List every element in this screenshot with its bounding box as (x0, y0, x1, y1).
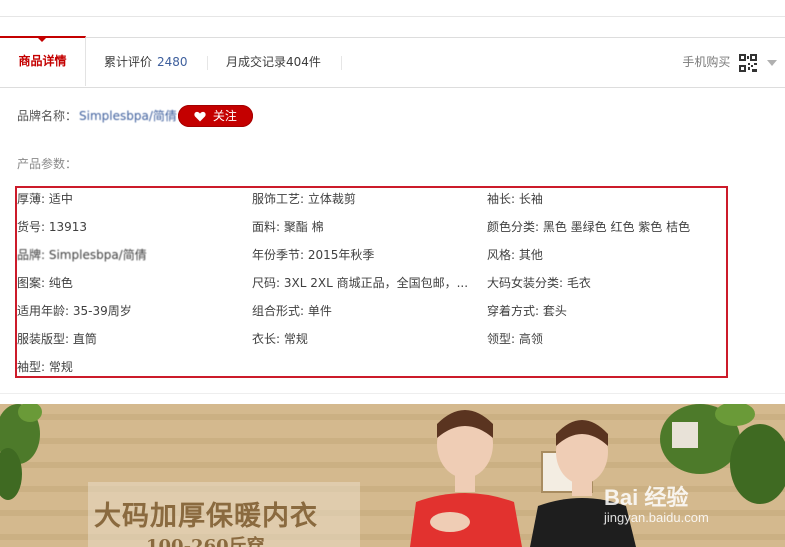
chevron-down-icon (767, 59, 777, 66)
param-item: 组合形式: 单件 (252, 304, 332, 318)
param-item: 面料: 聚酯 棉 (252, 220, 324, 234)
product-params-title: 产品参数： (17, 157, 78, 171)
brand-label: 品牌名称： (17, 109, 78, 123)
tab-reviews[interactable]: 累计评价 2480 (104, 38, 188, 87)
param-item: 服装版型: 直筒 (17, 332, 97, 346)
param-item: 风格: 其他 (487, 248, 543, 262)
tab-reviews-label: 累计评价 (104, 55, 153, 69)
baidu-watermark: Bai 经验 (604, 485, 689, 510)
param-item: 货号: 13913 (17, 220, 88, 234)
follow-label: 关注 (212, 109, 237, 123)
tab-product-detail[interactable]: 商品详情 (0, 36, 86, 86)
banner-subline: 100-260斤穿 (146, 536, 265, 547)
mobile-buy[interactable]: 手机购买 (682, 38, 777, 87)
param-item: 图案: 纯色 (17, 276, 73, 290)
param-item: 衣长: 常规 (252, 332, 308, 346)
param-item: 厚薄: 适中 (17, 192, 73, 206)
tab-sales-count: 404件 (286, 55, 321, 69)
baidu-watermark-url: jingyan.baidu.com (604, 510, 709, 525)
tab-sales-record[interactable]: 月成交记录404件 (226, 38, 321, 87)
param-item: 尺码: 3XL 2XL 商城正品，全国包邮，... (252, 276, 469, 290)
tab-separator (207, 38, 208, 87)
param-item: 年份季节: 2015年秋季 (252, 248, 375, 262)
tab-product-detail-label: 商品详情 (18, 54, 67, 68)
param-item: 穿着方式: 套头 (487, 304, 567, 318)
banner-headline: 大码加厚保暖内衣 (94, 501, 318, 532)
follow-button[interactable]: 关注 (178, 105, 253, 127)
param-item: 品牌: Simplesbpa/简倩 (17, 248, 147, 262)
param-item: 袖型: 常规 (17, 360, 73, 374)
mobile-buy-label: 手机购买 (682, 55, 731, 69)
param-item: 领型: 高领 (487, 332, 543, 346)
top-strip (0, 0, 785, 17)
brand-name-row: 品牌名称： Simplesbpa/简倩 (17, 105, 177, 127)
product-banner: 大码加厚保暖内衣 100-260斤穿 Bai 经验 jingyan.baidu.… (0, 404, 785, 547)
tab-separator (341, 38, 342, 87)
heart-icon (194, 111, 206, 122)
param-item: 颜色分类: 黑色 墨绿色 红色 紫色 桔色 (487, 220, 691, 234)
active-tab-notch (37, 37, 47, 42)
param-item: 服饰工艺: 立体裁剪 (252, 192, 356, 206)
param-item: 袖长: 长袖 (487, 192, 543, 206)
tab-reviews-count: 2480 (157, 55, 188, 69)
param-item: 适用年龄: 35-39周岁 (17, 304, 132, 318)
brand-link[interactable]: Simplesbpa/简倩 (79, 109, 177, 123)
qr-code-icon (739, 53, 758, 72)
detail-tab-bar: 商品详情 累计评价 2480 月成交记录404件 手机购买 (0, 36, 785, 88)
section-divider (0, 393, 785, 394)
param-item: 大码女装分类: 毛衣 (487, 276, 591, 290)
tab-sales-label: 月成交记录 (226, 55, 287, 69)
